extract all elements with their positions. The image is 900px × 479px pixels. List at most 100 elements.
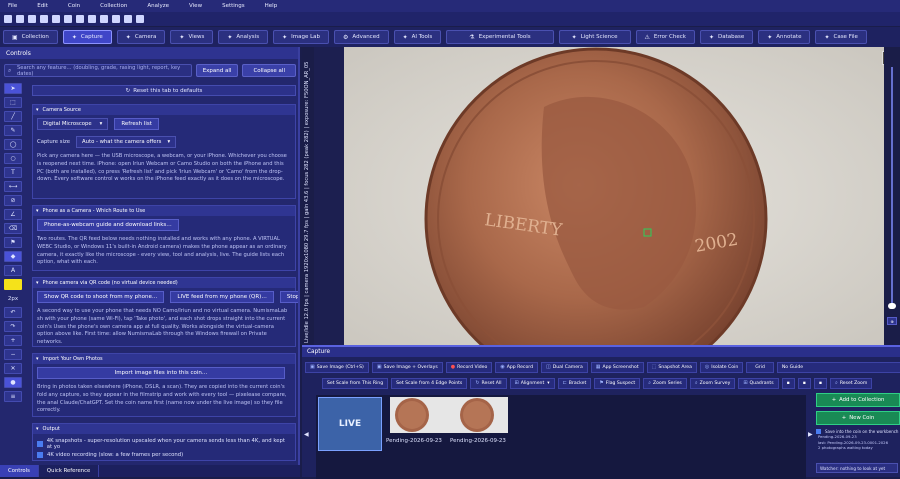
measure-tool-icon[interactable]: ⟷ — [4, 181, 22, 192]
image-icon[interactable] — [100, 15, 108, 23]
bottom-tab-quick-reference[interactable]: Quick Reference — [39, 465, 100, 477]
view-option-1-icon[interactable]: ▪ — [781, 377, 795, 389]
active-dot-icon[interactable]: ● — [4, 377, 22, 388]
output-option-4k-video[interactable]: 4K video recording (slow: a few frames p… — [33, 451, 295, 459]
zoom-survey-button[interactable]: ⌕ Zoom Survey — [689, 377, 736, 389]
save-icon[interactable] — [16, 15, 24, 23]
output-option-4k-snapshots[interactable]: 4K snapshots - super-resolution upscaled… — [33, 437, 295, 451]
tab-database[interactable]: ✦ Database — [699, 30, 754, 44]
tab-case-file[interactable]: ✦ Case File — [815, 30, 867, 44]
snapshot-area-button[interactable]: ⬚ Snapshot Area — [646, 361, 697, 373]
live-tile[interactable]: LIVE — [318, 397, 382, 451]
folder-icon[interactable] — [52, 15, 60, 23]
tab-analysis[interactable]: ✦ Analysis — [218, 30, 269, 44]
ellipse-tool-icon[interactable]: ◯ — [4, 139, 22, 150]
menu-collection[interactable]: Collection — [100, 3, 127, 9]
undo-icon[interactable]: ↶ — [4, 307, 22, 318]
tab-experimental-tools[interactable]: ⚗ Experimental Tools — [446, 30, 554, 44]
zoom-series-button[interactable]: ⌕ Zoom Series — [643, 377, 687, 389]
tab-annotate[interactable]: ✦ Annotate — [758, 30, 811, 44]
view-option-3-icon[interactable]: ▪ — [813, 377, 827, 389]
filmstrip-prev-icon[interactable]: ◀ — [304, 431, 309, 438]
font-tool-icon[interactable]: A — [4, 265, 22, 276]
tab-advanced[interactable]: ⚙ Advanced — [334, 30, 389, 44]
save-image-overlays-button[interactable]: ▣ Save Image + Overlays — [371, 361, 443, 373]
thumbnail-2[interactable] — [446, 397, 508, 433]
zoom-out-icon[interactable]: − — [4, 349, 22, 360]
record-video-button[interactable]: ● Record Video — [445, 361, 493, 373]
quadrants-button[interactable]: ⊞ Quadrants — [738, 377, 779, 389]
refresh-list-button[interactable]: Refresh list — [114, 118, 159, 130]
tab-camera[interactable]: ✦ Camera — [116, 30, 166, 44]
app-screenshot-button[interactable]: ▦ App Screenshot — [590, 361, 644, 373]
guide-select[interactable]: No Guide▾ — [776, 361, 900, 373]
tab-error-check[interactable]: ⚠ Error Check — [635, 30, 695, 44]
edit-icon[interactable] — [64, 15, 72, 23]
menu-view[interactable]: View — [189, 3, 202, 9]
live-phone-feed-button[interactable]: LIVE feed from my phone (QR)… — [170, 291, 274, 303]
bracket-button[interactable]: ⊏ Bracket — [557, 377, 592, 389]
grid-icon[interactable] — [88, 15, 96, 23]
menu-file[interactable]: File — [8, 3, 17, 9]
angle-tool-icon[interactable]: ∠ — [4, 209, 22, 220]
bottom-tab-controls[interactable]: Controls — [0, 465, 39, 477]
stroke-size-value[interactable]: 2px — [4, 293, 22, 304]
zoom-handle[interactable] — [888, 303, 896, 309]
collapse-all-button[interactable]: Collapse all — [242, 64, 296, 77]
select-tool-icon[interactable]: ⬚ — [4, 97, 22, 108]
capture-icon[interactable] — [28, 15, 36, 23]
expand-all-button[interactable]: Expand all — [195, 64, 239, 77]
isolate-coin-button[interactable]: ◎ Isolate Coin — [699, 361, 744, 373]
circle-tool-icon[interactable]: ○ — [4, 153, 22, 164]
checkbox-checked[interactable] — [37, 441, 43, 447]
section-header[interactable]: ▾ Phone camera via QR code (no virtual de… — [33, 278, 295, 288]
tab-image-lab[interactable]: ✦ Image Lab — [273, 30, 330, 44]
show-qr-button[interactable]: Show QR code to shoot from my phone… — [37, 291, 165, 303]
capture-size-select[interactable]: Auto - what the camera offers ▾ — [76, 136, 177, 148]
thumbnail-1[interactable] — [390, 397, 452, 433]
pointer-tool-icon[interactable]: ➤ — [4, 83, 22, 94]
reset-all-button[interactable]: ↻ Reset All — [470, 377, 507, 389]
view-option-2-icon[interactable]: ▪ — [797, 377, 811, 389]
pen-tool-icon[interactable]: ✎ — [4, 125, 22, 136]
section-header[interactable]: ▾ Camera Source — [33, 105, 295, 115]
save-image-button[interactable]: ▣ Save Image (Ctrl+S) — [305, 361, 369, 373]
add-to-collection-button[interactable]: + Add to Collection — [816, 393, 900, 407]
checkbox-checked[interactable] — [37, 452, 43, 458]
print-icon[interactable] — [40, 15, 48, 23]
menu-coin[interactable]: Coin — [68, 3, 80, 9]
more-tools-icon[interactable]: ≡ — [4, 391, 22, 402]
tab-ai-tools[interactable]: ✦ AI Tools — [393, 30, 442, 44]
menu-help[interactable]: Help — [265, 3, 278, 9]
import-images-button[interactable]: Import image files into this coin… — [37, 367, 285, 379]
settings-icon[interactable] — [112, 15, 120, 23]
app-record-button[interactable]: ◉ App Record — [495, 361, 538, 373]
set-scale-edge-button[interactable]: Set Scale from 4 Edge Points — [391, 377, 468, 389]
menu-edit[interactable]: Edit — [37, 3, 48, 9]
tab-capture[interactable]: ✦ Capture — [62, 30, 112, 44]
reset-tab-button[interactable]: ↻ Reset this tab to defaults — [32, 85, 296, 96]
section-header[interactable]: ▾ Output — [33, 424, 295, 434]
filmstrip-next-icon[interactable]: ▶ — [808, 431, 813, 438]
section-header[interactable]: ▾ Import Your Own Photos — [33, 354, 295, 364]
eraser-tool-icon[interactable]: ⌫ — [4, 223, 22, 234]
flag-suspect-button[interactable]: ⚑ Flag Suspect — [594, 377, 641, 389]
tab-light-science[interactable]: ✦ Light Science — [558, 30, 631, 44]
color-swatch-yellow[interactable] — [4, 279, 22, 290]
dual-camera-button[interactable]: ◫ Dual Camera — [541, 361, 588, 373]
redo-icon[interactable]: ↷ — [4, 321, 22, 332]
camera-device-select[interactable]: Digital Microscope ▾ — [37, 118, 109, 130]
set-scale-ring-button[interactable]: Set Scale from This Ring — [322, 377, 389, 389]
section-header[interactable]: ▾ Phone as a Camera - Which Route to Use — [33, 206, 295, 216]
tab-collection[interactable]: ▣ Collection — [3, 30, 58, 44]
new-coin-button[interactable]: + New Coin — [816, 411, 900, 425]
open-folder-icon[interactable] — [4, 15, 12, 23]
clear-icon[interactable]: ✕ — [4, 363, 22, 374]
alignment-button[interactable]: ⊞ Alignment ▾ — [509, 377, 555, 389]
zoom-in-icon[interactable]: + — [4, 335, 22, 346]
save-alt-icon[interactable] — [124, 15, 132, 23]
menu-analyze[interactable]: Analyze — [147, 3, 169, 9]
live-camera-image[interactable]: LIBERTY 2002 — [344, 47, 884, 345]
ruler-tool-icon[interactable]: ⊘ — [4, 195, 22, 206]
menu-settings[interactable]: Settings — [222, 3, 245, 9]
